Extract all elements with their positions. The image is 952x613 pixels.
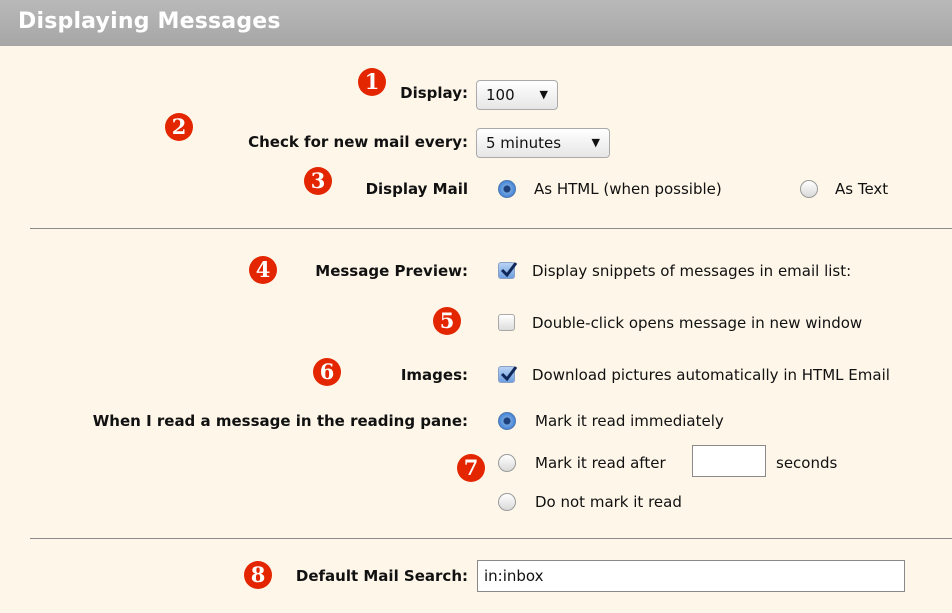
marker-4: 4 — [249, 256, 277, 284]
reading-pane-never-radio[interactable] — [498, 493, 516, 511]
chevron-down-icon: ▼ — [591, 136, 600, 149]
reading-pane-after-label[interactable]: Mark it read after — [535, 454, 666, 472]
check-mail-interval-value: 5 minutes — [486, 134, 562, 152]
double-click-option[interactable]: Double-click opens message in new window — [532, 314, 862, 332]
display-count-value: 100 — [486, 86, 515, 104]
reading-pane-seconds-input[interactable] — [692, 445, 766, 477]
section-header: Displaying Messages — [0, 0, 952, 46]
marker-5: 5 — [433, 307, 461, 335]
display-mail-html-label[interactable]: As HTML (when possible) — [534, 180, 722, 198]
display-mail-label: Display Mail — [365, 180, 468, 198]
marker-7: 7 — [457, 454, 485, 482]
images-option[interactable]: Download pictures automatically in HTML … — [532, 366, 890, 384]
images-checkbox[interactable] — [498, 366, 518, 383]
section-title: Displaying Messages — [18, 9, 281, 34]
message-preview-option[interactable]: Display snippets of messages in email li… — [532, 262, 851, 280]
default-search-input[interactable]: in:inbox — [477, 560, 905, 592]
chevron-down-icon: ▼ — [539, 88, 548, 101]
display-count-select[interactable]: 100 ▼ — [476, 80, 558, 110]
reading-pane-immediately-label[interactable]: Mark it read immediately — [535, 412, 724, 430]
display-label: Display: — [400, 84, 468, 102]
displaying-messages-panel: Displaying Messages 1 Display: 100 ▼ 2 C… — [0, 0, 952, 613]
marker-6: 6 — [313, 358, 341, 386]
display-mail-text-label[interactable]: As Text — [835, 180, 888, 198]
reading-pane-seconds-label: seconds — [776, 454, 838, 472]
checkmark-icon — [500, 262, 518, 278]
reading-pane-after-radio[interactable] — [498, 454, 516, 472]
check-mail-label: Check for new mail every: — [248, 133, 468, 151]
default-search-label: Default Mail Search: — [295, 567, 468, 585]
display-mail-text-radio[interactable] — [800, 180, 818, 198]
images-label: Images: — [400, 366, 468, 384]
check-mail-interval-select[interactable]: 5 minutes ▼ — [476, 128, 610, 158]
reading-pane-never-label[interactable]: Do not mark it read — [535, 493, 682, 511]
display-mail-html-radio[interactable] — [498, 180, 516, 198]
marker-2: 2 — [165, 113, 193, 141]
marker-3: 3 — [304, 167, 332, 195]
double-click-checkbox[interactable] — [498, 314, 515, 331]
divider — [30, 538, 952, 539]
message-preview-label: Message Preview: — [315, 262, 468, 280]
divider — [30, 228, 952, 229]
reading-pane-label: When I read a message in the reading pan… — [92, 412, 468, 430]
message-preview-checkbox[interactable] — [498, 262, 518, 279]
reading-pane-immediately-radio[interactable] — [498, 412, 516, 430]
checkmark-icon — [500, 366, 518, 382]
